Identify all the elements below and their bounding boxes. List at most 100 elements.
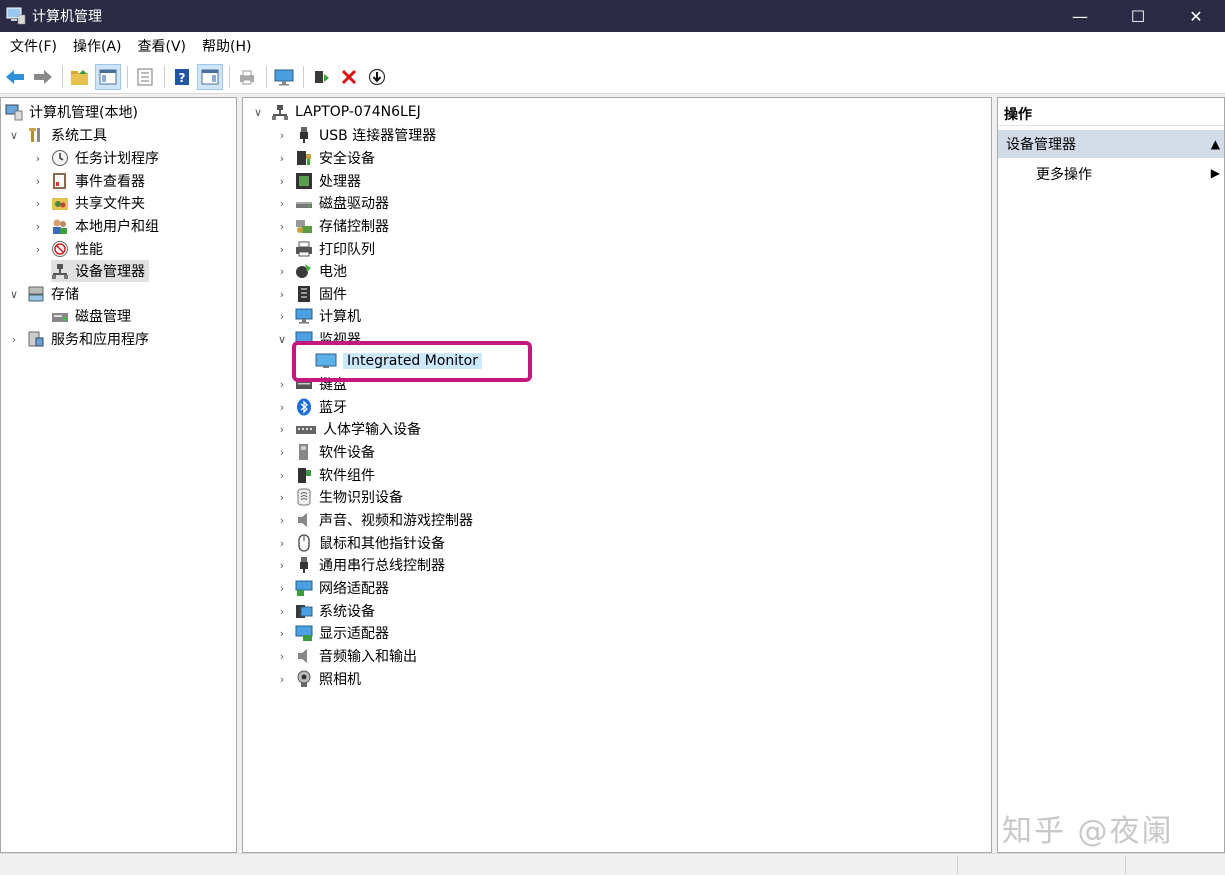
software-component-icon xyxy=(298,468,311,483)
update-driver-button[interactable] xyxy=(308,64,334,90)
show-hide-action-pane-button[interactable] xyxy=(197,63,223,90)
menu-bar: 文件(F) 操作(A) 查看(V) 帮助(H) xyxy=(0,32,1225,60)
tree-item-task-scheduler[interactable]: › 任务计划程序 xyxy=(31,147,159,169)
device-category-sound[interactable]: › 声音、视频和游戏控制器 xyxy=(275,509,473,531)
tree-item-computer-root[interactable]: ∨ LAPTOP-074N6LEJ xyxy=(251,101,421,123)
chevron-right-icon[interactable]: › xyxy=(275,196,289,210)
chevron-right-icon[interactable]: › xyxy=(275,264,289,278)
menu-action[interactable]: 操作(A) xyxy=(67,36,128,56)
back-button[interactable] xyxy=(2,64,28,90)
device-category-display-adapter[interactable]: › 显示适配器 xyxy=(275,622,389,644)
device-category-mouse[interactable]: › 鼠标和其他指针设备 xyxy=(275,532,445,554)
disable-device-button[interactable] xyxy=(364,64,390,90)
chevron-right-icon[interactable]: › xyxy=(275,174,289,188)
chevron-right-icon[interactable]: › xyxy=(31,242,45,256)
device-category-processor[interactable]: › 处理器 xyxy=(275,170,361,192)
tree-item-storage[interactable]: ∨ 存储 xyxy=(7,283,79,305)
device-category-software-component[interactable]: › 软件组件 xyxy=(275,464,375,486)
tree-item-event-viewer[interactable]: › 事件查看器 xyxy=(31,170,145,192)
collapse-up-icon[interactable]: ▲ xyxy=(1211,137,1220,151)
menu-view[interactable]: 查看(V) xyxy=(132,36,193,56)
show-hide-console-tree-button[interactable] xyxy=(95,63,121,90)
users-icon xyxy=(53,219,67,234)
device-category-bluetooth[interactable]: › 蓝牙 xyxy=(275,396,347,418)
properties-icon xyxy=(137,68,153,85)
tree-item-performance[interactable]: › 性能 xyxy=(31,238,103,260)
device-category-system-device[interactable]: › 系统设备 xyxy=(275,600,375,622)
device-category-print-queue[interactable]: › 打印队列 xyxy=(275,238,375,260)
up-level-button[interactable] xyxy=(67,64,93,90)
chevron-right-icon[interactable]: › xyxy=(31,151,45,165)
tree-item-shared-folders[interactable]: › 共享文件夹 xyxy=(31,192,145,214)
chevron-right-icon[interactable]: › xyxy=(275,377,289,391)
menu-help[interactable]: 帮助(H) xyxy=(196,36,257,56)
chevron-right-icon[interactable]: › xyxy=(275,242,289,256)
chevron-right-icon[interactable]: › xyxy=(275,422,289,436)
device-category-software-device[interactable]: › 软件设备 xyxy=(275,441,375,463)
chevron-right-icon[interactable]: › xyxy=(275,309,289,323)
chevron-right-icon[interactable]: › xyxy=(275,672,289,686)
device-category-camera[interactable]: › 照相机 xyxy=(275,668,361,690)
chevron-down-icon[interactable]: ∨ xyxy=(7,287,21,301)
menu-file[interactable]: 文件(F) xyxy=(4,36,63,56)
chevron-right-icon[interactable]: › xyxy=(275,128,289,142)
chevron-right-icon[interactable]: › xyxy=(7,332,21,346)
scan-hardware-button[interactable] xyxy=(271,64,297,90)
device-category-network[interactable]: › 网络适配器 xyxy=(275,577,389,599)
chevron-right-icon[interactable]: › xyxy=(31,219,45,233)
uninstall-device-button[interactable] xyxy=(336,64,362,90)
tree-item-system-tools[interactable]: ∨ 系统工具 xyxy=(7,124,107,146)
device-category-audio-io[interactable]: › 音频输入和输出 xyxy=(275,645,417,667)
device-category-storage-controller[interactable]: › 存储控制器 xyxy=(275,215,389,237)
more-actions-item[interactable]: 更多操作 xyxy=(1036,162,1092,186)
device-category-disk-drive[interactable]: › 磁盘驱动器 xyxy=(275,192,389,214)
chevron-right-icon[interactable]: › xyxy=(275,649,289,663)
chevron-right-icon[interactable]: › xyxy=(275,604,289,618)
minimize-button[interactable]: — xyxy=(1051,0,1109,32)
device-category-computer[interactable]: › 计算机 xyxy=(275,305,361,327)
maximize-button[interactable]: ☐ xyxy=(1109,0,1167,32)
chevron-down-icon[interactable]: ∨ xyxy=(251,105,265,119)
tree-item-services-apps[interactable]: › 服务和应用程序 xyxy=(7,328,149,350)
device-category-usb-controller[interactable]: › 通用串行总线控制器 xyxy=(275,554,445,576)
close-button[interactable]: ✕ xyxy=(1167,0,1225,32)
tree-item-computer-management[interactable]: 计算机管理(本地) xyxy=(5,101,138,123)
tree-item-device-manager[interactable]: 设备管理器 xyxy=(51,260,149,282)
actions-section-device-manager[interactable]: 设备管理器 ▲ xyxy=(998,130,1224,158)
tree-label: 磁盘驱动器 xyxy=(319,196,389,212)
print-button[interactable] xyxy=(234,64,260,90)
chevron-right-icon[interactable]: › xyxy=(275,558,289,572)
chevron-right-icon[interactable]: › xyxy=(31,174,45,188)
sound-icon xyxy=(298,513,307,527)
properties-button[interactable] xyxy=(132,64,158,90)
toolbar-separator xyxy=(303,65,304,88)
chevron-right-icon[interactable]: › xyxy=(275,445,289,459)
chevron-right-icon[interactable]: › xyxy=(275,468,289,482)
device-category-biometric[interactable]: › 生物识别设备 xyxy=(275,486,403,508)
forward-button[interactable] xyxy=(30,64,56,90)
performance-icon xyxy=(52,241,68,257)
help-button[interactable]: ? xyxy=(169,64,195,90)
chevron-right-icon[interactable]: › xyxy=(275,287,289,301)
chevron-right-icon[interactable]: › xyxy=(275,151,289,165)
tree-item-local-users[interactable]: › 本地用户和组 xyxy=(31,215,159,237)
chevron-down-icon[interactable]: ∨ xyxy=(7,128,21,142)
device-category-security[interactable]: › 安全设备 xyxy=(275,147,375,169)
tree-item-disk-management[interactable]: 磁盘管理 xyxy=(51,305,131,327)
device-category-firmware[interactable]: › 固件 xyxy=(275,283,347,305)
device-category-hid[interactable]: › 人体学输入设备 xyxy=(275,418,421,440)
chevron-right-icon[interactable]: › xyxy=(275,513,289,527)
chevron-right-icon[interactable]: › xyxy=(275,400,289,414)
device-category-battery[interactable]: › 电池 xyxy=(275,260,347,282)
chevron-right-icon[interactable]: › xyxy=(275,581,289,595)
chevron-right-icon[interactable]: › xyxy=(275,626,289,640)
chevron-right-icon[interactable]: › xyxy=(31,196,45,210)
event-viewer-icon xyxy=(53,173,66,189)
chevron-right-icon[interactable]: › xyxy=(275,490,289,504)
chevron-right-icon[interactable]: › xyxy=(275,219,289,233)
device-category-usb-connector[interactable]: › USB 连接器管理器 xyxy=(275,124,436,146)
window-title: 计算机管理 xyxy=(32,9,102,25)
chevron-right-icon[interactable]: › xyxy=(275,536,289,550)
submenu-arrow-icon[interactable]: ▶ xyxy=(1211,166,1220,180)
chevron-down-icon[interactable]: ∨ xyxy=(275,332,289,346)
